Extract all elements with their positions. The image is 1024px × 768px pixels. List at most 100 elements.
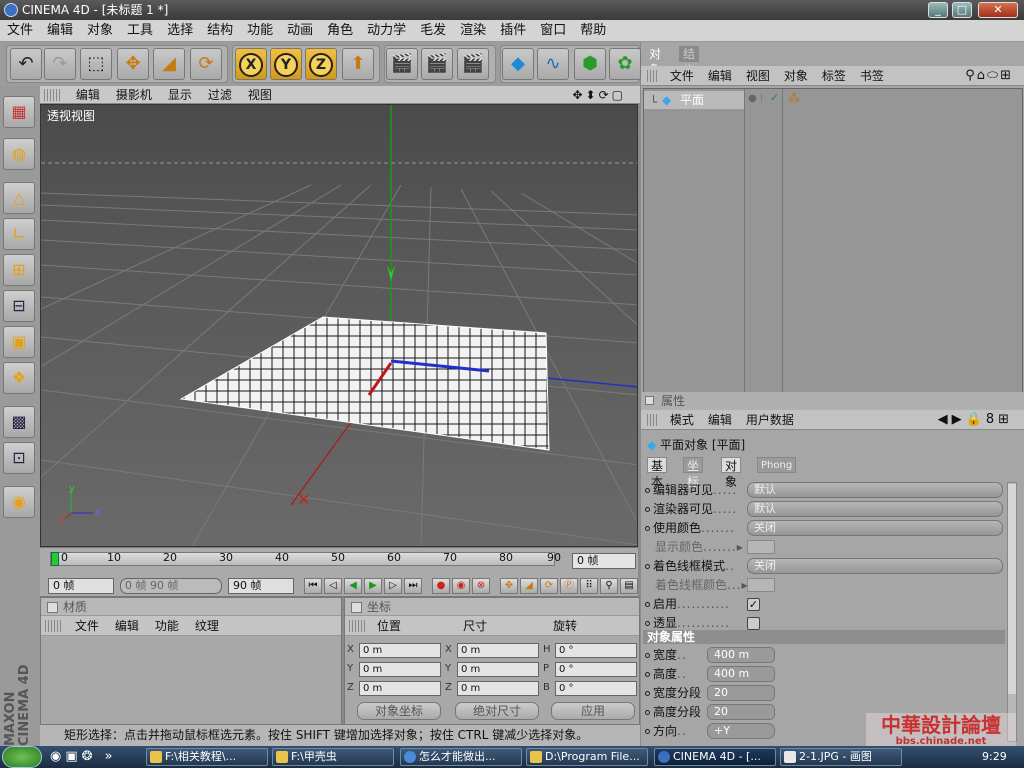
material-menu-texture[interactable]: 纹理 bbox=[187, 616, 227, 636]
task-button[interactable]: 2-1.JPG - 画图 bbox=[780, 748, 902, 766]
width-input[interactable]: 400 m bbox=[707, 647, 775, 663]
playhead[interactable] bbox=[51, 552, 59, 566]
menu-character[interactable]: 角色 bbox=[320, 20, 360, 42]
menu-functions[interactable]: 功能 bbox=[240, 20, 280, 42]
attribute-nav-icons[interactable]: ◀▶🔒8⊞ bbox=[931, 410, 1020, 430]
checker-icon[interactable]: ▩ bbox=[3, 406, 35, 438]
viewport-menu-view[interactable]: 视图 bbox=[240, 86, 280, 104]
visibility-dots-icon[interactable]: ● ⁝ bbox=[748, 93, 763, 104]
cube-icon[interactable]: ◆ bbox=[502, 48, 534, 80]
height-input[interactable]: 400 m bbox=[707, 666, 775, 682]
xray-checkbox[interactable] bbox=[747, 617, 760, 630]
enabled-checkbox[interactable]: ✓ bbox=[747, 598, 760, 611]
wireframe-color-swatch[interactable] bbox=[747, 578, 775, 592]
key-parameter-icon[interactable]: Ⓟ bbox=[560, 578, 578, 594]
rotation-b-field[interactable]: 0 ° bbox=[555, 681, 637, 696]
perspective-viewport[interactable]: ✕ 透视视图 y x z bbox=[40, 104, 638, 547]
menu-render[interactable]: 渲染 bbox=[453, 20, 493, 42]
render-picture-icon[interactable]: 🎬 bbox=[421, 48, 453, 80]
object-manager-icons[interactable]: ⚲⌂⬭⊞ bbox=[958, 66, 1020, 86]
rotation-h-field[interactable]: 0 ° bbox=[555, 643, 637, 658]
height-segments-input[interactable]: 20 bbox=[707, 704, 775, 720]
goto-end-icon[interactable]: ⏭ bbox=[404, 578, 422, 594]
size-z-field[interactable]: 0 m bbox=[457, 681, 539, 696]
phong-tag-icon[interactable]: ⁂ bbox=[788, 91, 800, 105]
menu-selection[interactable]: 选择 bbox=[160, 20, 200, 42]
menu-help[interactable]: 帮助 bbox=[573, 20, 613, 42]
coordinate-system-icon[interactable]: ⬆ bbox=[342, 48, 374, 80]
tab-coordinates[interactable]: 坐标 bbox=[683, 457, 704, 489]
position-z-field[interactable]: 0 m bbox=[359, 681, 441, 696]
close-button[interactable]: ✕ bbox=[978, 2, 1018, 18]
start-frame-field[interactable]: 0 帧 bbox=[48, 578, 114, 594]
array-icon[interactable]: ✿ bbox=[609, 48, 641, 80]
size-mode-dropdown[interactable]: 绝对尺寸 bbox=[455, 702, 539, 720]
quick-launch-icons[interactable]: ◉▣❂ » bbox=[50, 749, 117, 764]
menu-tools[interactable]: 工具 bbox=[120, 20, 160, 42]
tab-objects[interactable]: 对象 bbox=[645, 46, 666, 77]
menu-structure[interactable]: 结构 bbox=[200, 20, 240, 42]
object-menu-bookmarks[interactable]: 书签 bbox=[853, 66, 891, 86]
render-visible-dropdown[interactable]: 默认 bbox=[747, 501, 1003, 517]
prev-key-icon[interactable]: ◁ bbox=[324, 578, 342, 594]
axis-mode-icon[interactable]: ∟ bbox=[3, 218, 35, 250]
sculpt-icon[interactable]: ◉ bbox=[3, 486, 35, 518]
render-settings-icon[interactable]: 🎬 bbox=[457, 48, 489, 80]
object-menu-edit[interactable]: 编辑 bbox=[701, 66, 739, 86]
redo-icon[interactable]: ↷ bbox=[44, 48, 76, 80]
rect-select-icon[interactable]: ⬚ bbox=[80, 48, 112, 80]
key-position-icon[interactable]: ✥ bbox=[500, 578, 518, 594]
position-y-field[interactable]: 0 m bbox=[359, 662, 441, 677]
maximize-button[interactable]: □ bbox=[952, 2, 972, 18]
object-menu-view[interactable]: 视图 bbox=[739, 66, 777, 86]
key-rotation-icon[interactable]: ⟳ bbox=[540, 578, 558, 594]
viewport-menu-filter[interactable]: 过滤 bbox=[200, 86, 240, 104]
spline-icon[interactable]: ∿ bbox=[537, 48, 569, 80]
timeline-window-icon[interactable]: ▤ bbox=[620, 578, 638, 594]
minimize-button[interactable]: _ bbox=[928, 2, 948, 18]
workplane-icon[interactable]: ⊡ bbox=[3, 442, 35, 474]
task-button[interactable]: D:\Program File... bbox=[526, 748, 648, 766]
object-mode-icon[interactable]: △ bbox=[3, 182, 35, 214]
undo-icon[interactable]: ↶ bbox=[10, 48, 42, 80]
orientation-dropdown[interactable]: +Y bbox=[707, 723, 775, 739]
points-mode-icon[interactable]: ⊞ bbox=[3, 254, 35, 286]
timeline-slider[interactable]: 0 10 20 30 40 50 60 70 80 90 bbox=[50, 551, 561, 566]
object-menu-file[interactable]: 文件 bbox=[663, 66, 701, 86]
key-pla-icon[interactable]: ⠿ bbox=[580, 578, 598, 594]
task-button-active[interactable]: CINEMA 4D - [... bbox=[654, 748, 776, 766]
enabled-check-icon[interactable]: ✓ bbox=[770, 91, 779, 104]
menu-dynamics[interactable]: 动力学 bbox=[360, 20, 413, 42]
render-view-icon[interactable]: 🎬 bbox=[386, 48, 418, 80]
menu-objects[interactable]: 对象 bbox=[80, 20, 120, 42]
current-frame-field[interactable]: 0 帧 bbox=[572, 553, 636, 569]
goto-start-icon[interactable]: ⏮ bbox=[304, 578, 322, 594]
viewport-menu-display[interactable]: 显示 bbox=[160, 86, 200, 104]
keyframe-selection-icon[interactable]: ⊗ bbox=[472, 578, 490, 594]
texture-mode-icon[interactable]: ❖ bbox=[3, 362, 35, 394]
object-menu-objects[interactable]: 对象 bbox=[777, 66, 815, 86]
play-backward-icon[interactable]: ◀ bbox=[344, 578, 362, 594]
task-button[interactable]: F:\甲壳虫 bbox=[272, 748, 394, 766]
edges-mode-icon[interactable]: ⊟ bbox=[3, 290, 35, 322]
size-y-field[interactable]: 0 m bbox=[457, 662, 539, 677]
material-menu-file[interactable]: 文件 bbox=[67, 616, 107, 636]
object-row-plane[interactable]: └ ◆ 平面 bbox=[644, 91, 744, 109]
start-button[interactable] bbox=[2, 746, 42, 768]
material-menu-edit[interactable]: 编辑 bbox=[107, 616, 147, 636]
viewport-menu-camera[interactable]: 摄影机 bbox=[108, 86, 160, 104]
scrollbar-thumb[interactable] bbox=[1008, 484, 1016, 694]
object-name-plane[interactable]: 平面 bbox=[680, 93, 704, 107]
x-axis-lock-icon[interactable]: X bbox=[235, 48, 267, 80]
menu-plugins[interactable]: 插件 bbox=[493, 20, 533, 42]
polygons-mode-icon[interactable]: ▣ bbox=[3, 326, 35, 358]
layout-icon[interactable]: ▦ bbox=[3, 96, 35, 128]
object-menu-tags[interactable]: 标签 bbox=[815, 66, 853, 86]
z-axis-lock-icon[interactable]: Z bbox=[305, 48, 337, 80]
rotation-p-field[interactable]: 0 ° bbox=[555, 662, 637, 677]
scale-icon[interactable]: ◢ bbox=[153, 48, 185, 80]
viewport-menu-edit[interactable]: 编辑 bbox=[68, 86, 108, 104]
task-button[interactable]: 怎么才能做出... bbox=[400, 748, 522, 766]
menu-file[interactable]: 文件 bbox=[0, 20, 40, 42]
y-axis-lock-icon[interactable]: Y bbox=[270, 48, 302, 80]
